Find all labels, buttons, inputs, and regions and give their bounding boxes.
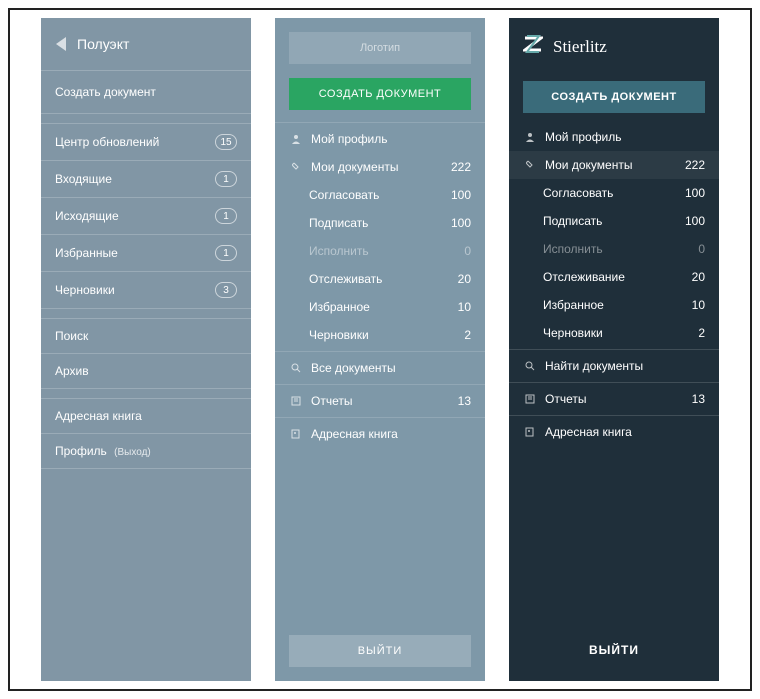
create-document[interactable]: Создать документ [41,71,251,114]
sub-item[interactable]: Избранное10 [275,293,485,321]
report-icon [523,394,537,404]
brand-name: Stierlitz [553,37,607,57]
report-icon [289,396,303,406]
my-profile[interactable]: Мой профиль [509,123,719,151]
logo-placeholder: Логотип [289,32,471,64]
find-documents[interactable]: Найти документы [509,352,719,380]
brand-header: Stierlitz [509,18,719,75]
sub-item[interactable]: Согласовать100 [509,179,719,207]
my-profile[interactable]: Мой профиль [275,125,485,153]
search[interactable]: Поиск [41,319,251,354]
profile[interactable]: Профиль (Выход) [41,434,251,469]
sub-item[interactable]: Избранное10 [509,291,719,319]
reports[interactable]: Отчеты 13 [509,385,719,413]
address-book[interactable]: Адресная книга [275,420,485,448]
create-document-button[interactable]: СОЗДАТЬ ДОКУМЕНТ [289,78,471,110]
my-documents[interactable]: Мои документы 222 [509,151,719,179]
reports[interactable]: Отчеты 13 [275,387,485,415]
sidebar-item[interactable]: Исходящие1 [41,198,251,235]
sub-item[interactable]: Согласовать100 [275,181,485,209]
logout-button[interactable]: ВЫЙТИ [509,619,719,681]
count-badge: 1 [215,245,237,261]
sub-item[interactable]: Подписать100 [275,209,485,237]
sidebar-a: Полуэкт Создать документ Центр обновлени… [41,18,251,681]
count-badge: 1 [215,171,237,187]
brand-name: Полуэкт [77,36,129,52]
sidebar-item[interactable]: Центр обновлений15 [41,124,251,161]
book-icon [289,429,303,439]
sub-item[interactable]: Отслеживать20 [275,265,485,293]
sidebar-item[interactable]: Входящие1 [41,161,251,198]
sub-item[interactable]: Исполнить0 [275,237,485,265]
sub-item[interactable]: Исполнить0 [509,235,719,263]
count-badge: 15 [215,134,237,150]
logout-button[interactable]: ВЫЙТИ [289,635,471,667]
logout-link[interactable]: (Выход) [114,447,151,458]
sidebar-c: Stierlitz СОЗДАТЬ ДОКУМЕНТ Мой профиль М… [509,18,719,681]
clip-icon [289,162,303,172]
my-documents[interactable]: Мои документы 222 [275,153,485,181]
address-book[interactable]: Адресная книга [509,418,719,446]
sub-item[interactable]: Подписать100 [509,207,719,235]
book-icon [523,427,537,437]
brand-header: Полуэкт [41,18,251,71]
sidebar-item[interactable]: Избранные1 [41,235,251,272]
sub-item[interactable]: Отслеживание20 [509,263,719,291]
search-icon [289,363,303,373]
logo-icon [55,37,69,51]
address-book[interactable]: Адресная книга [41,399,251,434]
logo-icon [523,34,543,59]
sub-item[interactable]: Черновики2 [509,319,719,347]
count-badge: 3 [215,282,237,298]
archive[interactable]: Архив [41,354,251,389]
sidebar-b: Логотип СОЗДАТЬ ДОКУМЕНТ Мой профиль Мои… [275,18,485,681]
count-badge: 1 [215,208,237,224]
sidebar-item[interactable]: Черновики3 [41,272,251,309]
search-icon [523,361,537,371]
clip-icon [523,160,537,170]
user-icon [289,134,303,144]
all-documents[interactable]: Все документы [275,354,485,382]
create-document-button[interactable]: СОЗДАТЬ ДОКУМЕНТ [523,81,705,113]
sub-item[interactable]: Черновики2 [275,321,485,349]
user-icon [523,132,537,142]
